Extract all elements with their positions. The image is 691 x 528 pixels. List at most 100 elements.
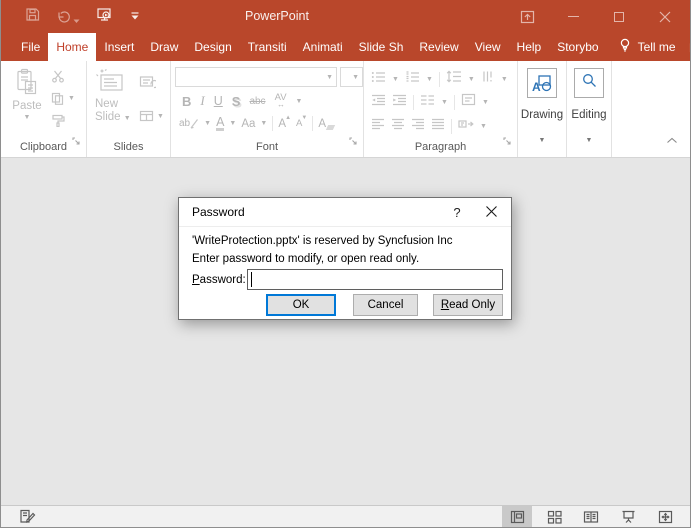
ok-button[interactable]: OK — [266, 294, 336, 316]
align-center-button[interactable] — [391, 117, 405, 135]
tab-review[interactable]: Review — [411, 33, 466, 61]
increase-indent-button[interactable] — [392, 93, 407, 111]
text-shadow-button[interactable]: S — [232, 94, 241, 109]
dialog-message-line-1: 'WriteProtection.pptx' is reserved by Sy… — [192, 235, 453, 247]
help-button[interactable]: ? — [449, 205, 465, 220]
editing-dropdown-arrow[interactable]: ▼ — [586, 137, 593, 144]
char-spacing-button[interactable]: AV↔ — [275, 94, 287, 108]
separator — [312, 116, 313, 131]
slide-area: Password ? 'WriteProtection.pptx' is res… — [1, 158, 690, 505]
separator — [451, 119, 452, 134]
group-drawing[interactable]: A Drawing ▼ — [518, 61, 567, 157]
strikethrough-button[interactable]: abc — [249, 96, 265, 107]
title-bar: PowerPoint — [1, 0, 690, 33]
italic-button[interactable]: I — [200, 93, 204, 109]
bullets-button[interactable] — [371, 70, 386, 88]
tab-help[interactable]: Help — [509, 33, 550, 61]
ribbon-display-options-icon[interactable] — [504, 0, 550, 33]
dialog-launcher-icon[interactable] — [72, 133, 81, 151]
change-case-button[interactable]: Aa — [241, 118, 255, 130]
dialog-launcher-icon[interactable] — [503, 133, 512, 151]
dialog-message-line-2: Enter password to modify, or open read o… — [192, 253, 419, 265]
numbering-dropdown-arrow: ▼ — [426, 76, 433, 83]
smartart-button[interactable] — [458, 117, 474, 135]
paragraph-group-label: Paragraph — [364, 141, 517, 153]
tab-insert[interactable]: Insert — [96, 33, 142, 61]
new-slide-label-2: Slide — [95, 111, 121, 123]
text-direction-button[interactable] — [481, 70, 495, 88]
tab-animations[interactable]: Animati — [295, 33, 351, 61]
close-icon[interactable] — [642, 0, 688, 33]
collapse-ribbon-icon[interactable] — [666, 131, 678, 149]
tab-view[interactable]: View — [467, 33, 509, 61]
dialog-controls: ? — [449, 198, 511, 227]
clear-formatting-button[interactable]: A — [318, 118, 334, 130]
normal-view-button[interactable] — [502, 506, 532, 527]
columns-button[interactable] — [420, 93, 435, 111]
dialog-launcher-icon[interactable] — [349, 133, 358, 151]
paste-label: Paste — [12, 100, 41, 112]
align-right-button[interactable] — [411, 117, 425, 135]
numbering-button[interactable] — [405, 70, 420, 88]
maximize-icon[interactable] — [596, 0, 642, 33]
tab-storyboarding[interactable]: Storybo — [549, 33, 606, 61]
drawing-dropdown-arrow[interactable]: ▼ — [539, 137, 546, 144]
shrink-font-button[interactable]: A — [296, 118, 307, 129]
cancel-button[interactable]: Cancel — [353, 294, 418, 316]
paragraph-row-3: ▼ — [371, 117, 487, 135]
slides-group-label: Slides — [87, 141, 170, 153]
paste-button[interactable]: Paste ▼ — [8, 68, 46, 121]
copy-button[interactable]: ▼ — [51, 92, 75, 105]
new-slide-button[interactable]: New Slide ▼ — [95, 68, 135, 124]
tab-home[interactable]: Home — [48, 33, 96, 61]
undo-icon[interactable] — [56, 10, 80, 24]
justify-button[interactable] — [431, 117, 445, 135]
font-name-combo[interactable]: ▼ — [175, 67, 337, 87]
format-painter-button[interactable] — [51, 114, 75, 127]
start-from-beginning-icon[interactable] — [96, 7, 113, 27]
smartart-dropdown-arrow: ▼ — [480, 123, 487, 130]
drawing-button[interactable]: A — [527, 68, 557, 98]
grow-font-button[interactable]: A — [278, 118, 291, 130]
line-spacing-button[interactable] — [446, 70, 462, 88]
cut-icon — [51, 70, 66, 83]
cut-button[interactable] — [51, 70, 75, 83]
read-only-button[interactable]: Read Only — [433, 294, 503, 316]
reading-view-button[interactable] — [576, 506, 606, 527]
slide-layout-button[interactable]: ▼ — [139, 110, 164, 122]
share-icon[interactable] — [688, 38, 691, 56]
password-input[interactable] — [247, 269, 503, 290]
tab-transitions[interactable]: Transiti — [240, 33, 295, 61]
tab-draw[interactable]: Draw — [142, 33, 186, 61]
align-text-button[interactable] — [461, 93, 476, 111]
tab-row-right-icons — [688, 33, 691, 61]
fit-to-window-button[interactable] — [650, 506, 680, 527]
text-caret — [251, 272, 252, 287]
slide-show-button[interactable] — [613, 506, 643, 527]
notes-button[interactable] — [19, 509, 36, 524]
save-icon[interactable] — [25, 7, 40, 27]
font-row-basic: B I U S abc AV↔ ▼ — [182, 93, 302, 109]
font-color-button[interactable]: A — [216, 116, 224, 131]
customize-qat-icon[interactable] — [129, 8, 141, 26]
highlight-button[interactable]: ab — [179, 118, 199, 129]
new-slide-icon — [95, 68, 125, 94]
tab-slide-show[interactable]: Slide Sh — [351, 33, 412, 61]
group-editing[interactable]: Editing ▼ — [567, 61, 612, 157]
tab-file[interactable]: File — [13, 33, 48, 61]
align-left-icon — [371, 118, 385, 130]
editing-button[interactable] — [574, 68, 604, 98]
minimize-icon[interactable] — [550, 0, 596, 33]
slide-sorter-button[interactable] — [539, 506, 569, 527]
reuse-slides-icon[interactable] — [139, 75, 164, 94]
underline-button[interactable]: U — [214, 94, 223, 108]
tab-design[interactable]: Design — [186, 33, 239, 61]
dialog-close-icon[interactable] — [485, 205, 498, 221]
paragraph-row-2: ▼ ▼ — [371, 93, 489, 111]
align-left-button[interactable] — [371, 117, 385, 135]
font-size-combo[interactable]: ▼ — [340, 67, 363, 87]
separator — [413, 95, 414, 110]
tell-me-box[interactable]: Tell me — [607, 33, 688, 61]
bold-button[interactable]: B — [182, 94, 191, 109]
decrease-indent-button[interactable] — [371, 93, 386, 111]
